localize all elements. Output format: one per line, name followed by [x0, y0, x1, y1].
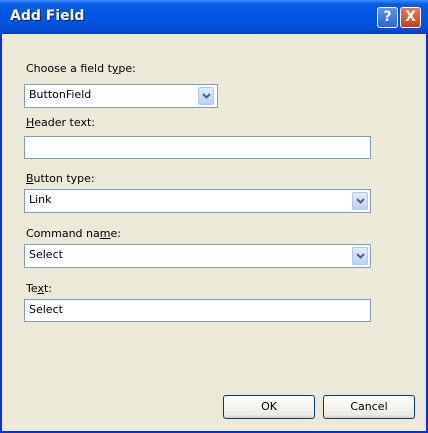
button-type-select[interactable]: Link [24, 189, 371, 213]
chevron-down-icon[interactable] [352, 192, 368, 210]
ok-button[interactable]: OK [223, 395, 315, 419]
command-name-select[interactable]: Select [24, 244, 371, 268]
help-icon[interactable]: ? [377, 7, 398, 28]
button-type-value: Link [29, 193, 52, 206]
text-value: Select [29, 303, 63, 316]
window-title: Add Field [10, 8, 85, 24]
text-label: Text: [26, 282, 52, 295]
field-type-select[interactable]: ButtonField [24, 84, 218, 108]
field-type-label: Choose a field type: [26, 62, 136, 75]
command-name-label: Command name: [26, 227, 121, 240]
close-icon[interactable]: X [400, 7, 421, 28]
text-input[interactable]: Select [24, 299, 371, 322]
add-field-dialog: Add Field ? X Choose a field type: Butto… [0, 0, 428, 433]
field-type-value: ButtonField [29, 88, 92, 101]
chevron-down-icon[interactable] [352, 247, 368, 265]
command-name-value: Select [29, 248, 63, 261]
header-text-label: Header text: [26, 116, 95, 129]
header-text-input[interactable] [24, 136, 371, 159]
button-type-label: Button type: [26, 172, 95, 185]
title-bar[interactable]: Add Field ? X [0, 0, 428, 34]
chevron-down-icon[interactable] [198, 87, 214, 105]
cancel-button[interactable]: Cancel [323, 395, 415, 419]
